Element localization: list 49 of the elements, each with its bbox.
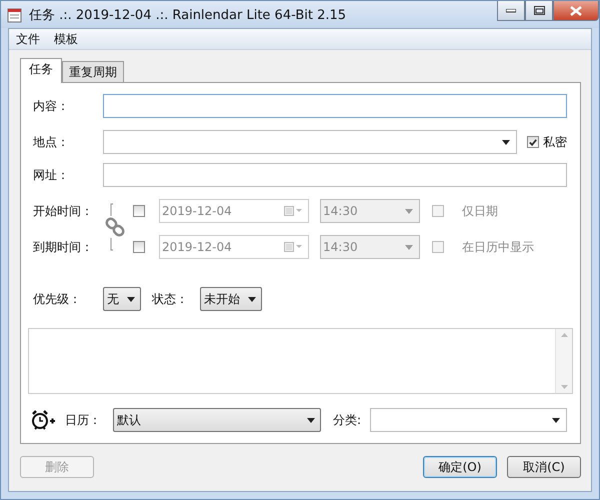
window-title: 任务 .:. 2019-12-04 .:. Rainlendar Lite 64-Bit 2.15 — [29, 6, 348, 24]
dialog-button[interactable]: 确定(O) — [423, 456, 497, 478]
dropdown-arrow-icon — [248, 296, 256, 302]
app-icon — [7, 6, 23, 22]
field-label: 地点： — [33, 134, 70, 150]
field-label: 到期时间： — [33, 238, 94, 256]
status-dropdown[interactable]: 未开始 — [200, 287, 262, 311]
category-dropdown[interactable] — [370, 408, 567, 432]
checkbox[interactable] — [527, 136, 539, 148]
tab[interactable]: 任务 — [20, 58, 62, 83]
notes-textarea[interactable] — [28, 328, 573, 394]
calendar-dropdown[interactable]: 默认 — [113, 408, 321, 432]
minimize-icon — [506, 8, 516, 12]
maximize-icon — [534, 6, 544, 15]
menu-item[interactable]: 文件 — [11, 30, 45, 48]
scroll-down-arrow-icon[interactable] — [560, 385, 568, 389]
field-label: 开始时间： — [33, 202, 94, 220]
field-label: 内容： — [33, 98, 70, 114]
dropdown-arrow-icon — [307, 418, 315, 422]
priority-dropdown[interactable]: 无 — [103, 287, 141, 311]
location-dropdown[interactable] — [103, 130, 517, 154]
checkbox-label: 在日历中显示 — [462, 238, 534, 256]
menu-item[interactable]: 模板 — [49, 30, 83, 48]
dropdown-arrow-icon — [405, 208, 413, 214]
scroll-up-arrow-icon[interactable] — [560, 333, 568, 337]
dropdown-arrow-icon — [405, 244, 413, 250]
url-input[interactable] — [103, 163, 567, 187]
dropdown-arrow-icon — [127, 296, 135, 302]
maximize-button[interactable] — [525, 1, 553, 21]
field-label: 网址： — [33, 166, 70, 184]
field-label: 优先级： — [33, 290, 82, 308]
scrollbar[interactable] — [555, 329, 572, 393]
calendar-icon — [284, 206, 302, 216]
close-icon — [570, 6, 582, 16]
dropdown-arrow-icon — [552, 418, 560, 422]
field-label: 状态： — [152, 290, 188, 308]
field-label: 日历： — [65, 412, 101, 428]
dialog-button[interactable]: 取消(C) — [507, 456, 581, 478]
dropdown-arrow-icon — [502, 140, 510, 144]
link-drawing[interactable] — [104, 203, 126, 251]
checkbox-label: 私密 — [543, 134, 567, 150]
tab[interactable]: 重复周期 — [62, 61, 124, 82]
field-label: 分类: — [333, 412, 362, 428]
checkbox-label: 仅日期 — [462, 202, 498, 220]
calendar-icon — [284, 242, 302, 252]
minimize-button[interactable] — [497, 1, 525, 21]
close-button[interactable] — [553, 1, 599, 21]
alarm-add-icon[interactable] — [31, 409, 55, 431]
content-input[interactable] — [103, 94, 567, 118]
